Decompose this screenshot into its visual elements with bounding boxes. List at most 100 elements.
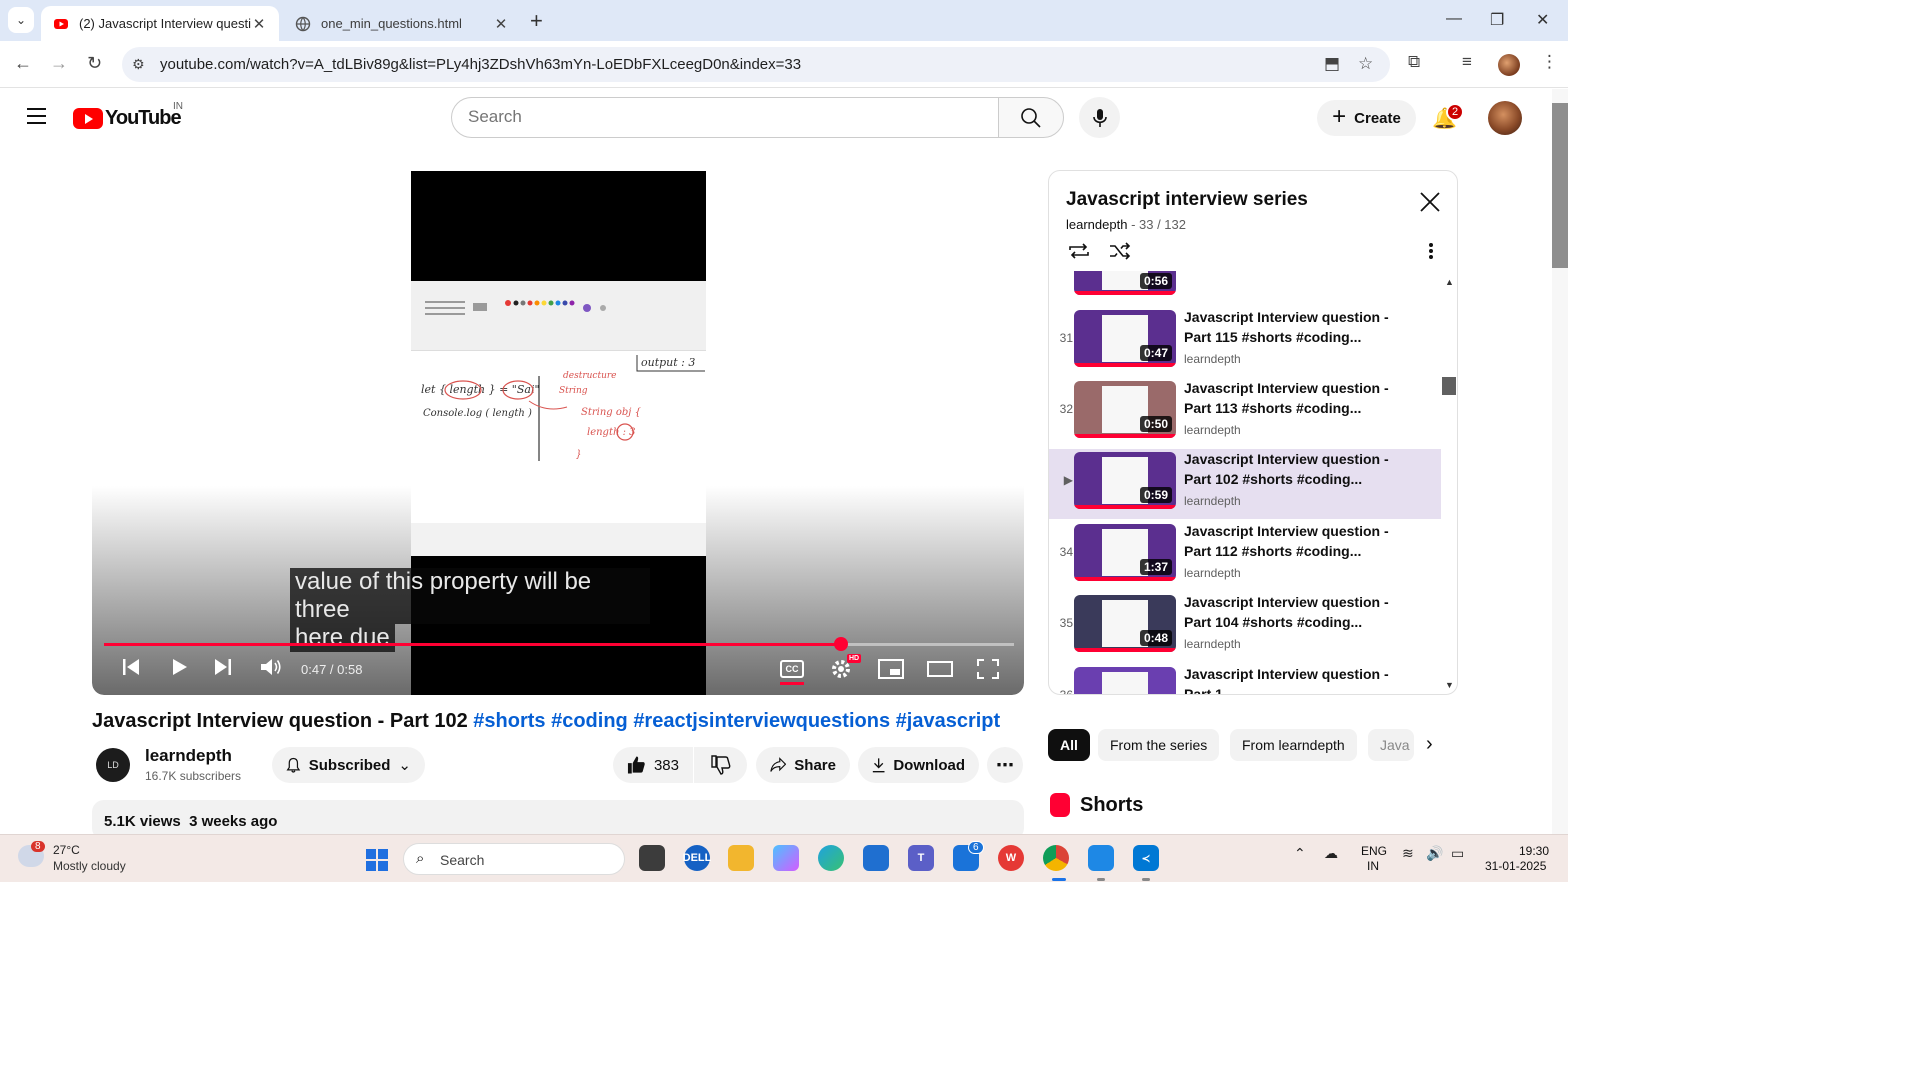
- forward-icon[interactable]: →: [50, 53, 68, 74]
- hashtag-link[interactable]: #coding: [551, 710, 628, 732]
- playlist-item[interactable]: 32 0:50 Javascript Interview question - Pa…: [1049, 378, 1441, 448]
- playlist-item-title[interactable]: Javascript Interview question - Part 112…: [1184, 521, 1404, 561]
- playlist-item-thumbnail[interactable]: 0:48: [1074, 595, 1176, 652]
- clock-time[interactable]: 19:30: [1519, 844, 1549, 858]
- close-window-icon[interactable]: ✕: [1536, 10, 1549, 30]
- next-video-icon[interactable]: [212, 656, 234, 678]
- dislike-button[interactable]: [694, 747, 747, 783]
- download-button[interactable]: Download: [858, 747, 979, 783]
- chip-from-series[interactable]: From the series: [1098, 729, 1220, 761]
- playlist-item[interactable]: 36 Javascript Interview question - Part 1: [1049, 664, 1441, 694]
- loop-icon[interactable]: [1067, 241, 1091, 261]
- playlist-item-title[interactable]: Javascript Interview question - Part 115…: [1184, 307, 1404, 347]
- scrubber-handle[interactable]: [834, 637, 849, 651]
- site-info-icon[interactable]: ⚙: [132, 56, 145, 73]
- dell-app-icon[interactable]: DELL: [683, 845, 711, 871]
- region-indicator[interactable]: IN: [1367, 859, 1379, 873]
- channel-name[interactable]: learndepth: [145, 746, 232, 766]
- tab-one-min-questions[interactable]: one_min_questions.html ✕: [283, 6, 521, 41]
- fullscreen-icon[interactable]: [977, 659, 999, 679]
- task-view-icon[interactable]: [639, 845, 665, 871]
- channel-avatar[interactable]: LD: [96, 748, 130, 782]
- hashtag-link[interactable]: #reactjsinterviewquestions: [633, 710, 890, 732]
- like-button[interactable]: 383: [613, 747, 693, 783]
- close-icon[interactable]: [1419, 191, 1441, 213]
- chip-all[interactable]: All: [1048, 729, 1090, 761]
- progress-bar[interactable]: [104, 637, 1014, 651]
- playlist-scrollbar[interactable]: [1442, 377, 1456, 395]
- youtube-logo[interactable]: YouTube IN: [73, 101, 183, 130]
- chip-from-learndepth[interactable]: From learndepth: [1230, 729, 1357, 761]
- file-explorer-icon[interactable]: [728, 845, 754, 871]
- playlist-item[interactable]: ▶ 0:59 Javascript Interview question - Par…: [1049, 449, 1441, 519]
- voice-search-button[interactable]: [1079, 97, 1120, 138]
- reload-icon[interactable]: ↻: [87, 53, 102, 74]
- speaker-icon[interactable]: 🔊: [1426, 845, 1443, 862]
- search-button[interactable]: [998, 97, 1064, 138]
- playlist-item-title[interactable]: Javascript Interview question - Part 1: [1184, 664, 1404, 694]
- notepad-icon[interactable]: [1088, 845, 1114, 871]
- new-tab-button[interactable]: +: [530, 8, 543, 34]
- playlist-item[interactable]: 34 1:37 Javascript Interview question - Pa…: [1049, 521, 1441, 591]
- previous-video-icon[interactable]: [120, 656, 142, 678]
- teams-icon[interactable]: T: [908, 845, 934, 871]
- theater-mode-icon[interactable]: [927, 661, 953, 677]
- scroll-up-arrow-icon[interactable]: ▲: [1445, 277, 1454, 287]
- share-button[interactable]: Share: [756, 747, 850, 783]
- playlist-menu-icon[interactable]: [1427, 241, 1435, 261]
- clock-date[interactable]: 31-01-2025: [1485, 859, 1546, 873]
- playlist-item[interactable]: 35 0:48 Javascript Interview question - Pa…: [1049, 592, 1441, 662]
- playlist-item-thumbnail[interactable]: [1074, 667, 1176, 694]
- playlist-item-thumbnail[interactable]: 1:37: [1074, 524, 1176, 581]
- subscribed-button[interactable]: Subscribed ⌄: [272, 747, 425, 783]
- weather-description[interactable]: Mostly cloudy: [53, 859, 126, 873]
- search-box[interactable]: [451, 97, 998, 138]
- playlist-item-thumbnail[interactable]: 0:47: [1074, 310, 1176, 367]
- onedrive-cloud-icon[interactable]: ☁: [1324, 845, 1338, 862]
- play-icon[interactable]: [168, 656, 190, 678]
- install-app-icon[interactable]: ⬒: [1324, 54, 1340, 74]
- volume-icon[interactable]: [259, 656, 283, 678]
- edge-browser-icon[interactable]: [818, 845, 844, 871]
- microsoft-store-icon[interactable]: [863, 845, 889, 871]
- chip-java[interactable]: Java: [1368, 729, 1414, 761]
- close-tab-icon[interactable]: ✕: [493, 15, 509, 33]
- menu-icon[interactable]: [27, 108, 46, 129]
- scroll-down-arrow-icon[interactable]: ▼: [1445, 680, 1454, 690]
- playlist-item-title[interactable]: Javascript Interview question - Part 113…: [1184, 378, 1404, 418]
- playlist-item-title[interactable]: Javascript Interview question - Part 102…: [1184, 449, 1404, 489]
- page-scrollbar[interactable]: [1552, 89, 1568, 834]
- copilot-icon[interactable]: [773, 845, 799, 871]
- extensions-icon[interactable]: ⧉: [1408, 52, 1420, 72]
- language-indicator[interactable]: ENG: [1361, 844, 1387, 858]
- hashtag-link[interactable]: #javascript: [896, 710, 1001, 732]
- vscode-icon[interactable]: ≺: [1133, 845, 1159, 871]
- shuffle-icon[interactable]: [1108, 241, 1132, 261]
- browser-menu-icon[interactable]: ⋮: [1541, 52, 1558, 72]
- video-player[interactable]: output : 3 let { length } = "Sai" Consol…: [92, 156, 1024, 695]
- playlist-item[interactable]: 300:56learndepth: [1049, 271, 1441, 305]
- playlist-item-thumbnail[interactable]: 0:50: [1074, 381, 1176, 438]
- weather-temperature[interactable]: 27°C: [53, 843, 80, 857]
- playlist-title[interactable]: Javascript interview series: [1066, 189, 1308, 211]
- chevron-right-icon[interactable]: ›: [1426, 733, 1433, 756]
- wps-office-icon[interactable]: W: [998, 845, 1024, 871]
- url-text[interactable]: youtube.com/watch?v=A_tdLBiv89g&list=PLy…: [160, 56, 801, 73]
- more-actions-button[interactable]: ⋯: [987, 747, 1023, 783]
- tab-search-button[interactable]: ⌄: [8, 7, 34, 33]
- battery-icon[interactable]: ▭: [1451, 845, 1464, 862]
- show-hidden-icons-chevron-icon[interactable]: ⌃: [1294, 845, 1306, 862]
- chrome-icon[interactable]: [1043, 845, 1069, 871]
- wifi-icon[interactable]: ≋: [1402, 845, 1414, 862]
- playlist-item-title[interactable]: Javascript Interview question - Part 104…: [1184, 592, 1404, 632]
- playlist-item-thumbnail[interactable]: 0:56: [1074, 271, 1176, 295]
- media-control-icon[interactable]: ≡: [1462, 52, 1472, 72]
- playlist-channel[interactable]: learndepth: [1066, 217, 1127, 232]
- subtitles-cc-button[interactable]: CC: [780, 660, 804, 678]
- bookmark-star-icon[interactable]: ☆: [1358, 54, 1373, 74]
- minimize-icon[interactable]: —: [1446, 10, 1462, 28]
- playlist-item-thumbnail[interactable]: 0:59: [1074, 452, 1176, 509]
- search-input[interactable]: [468, 107, 968, 127]
- hashtag-link[interactable]: #shorts: [473, 710, 545, 732]
- tab-youtube[interactable]: (2) Javascript Interview question ✕: [41, 6, 279, 41]
